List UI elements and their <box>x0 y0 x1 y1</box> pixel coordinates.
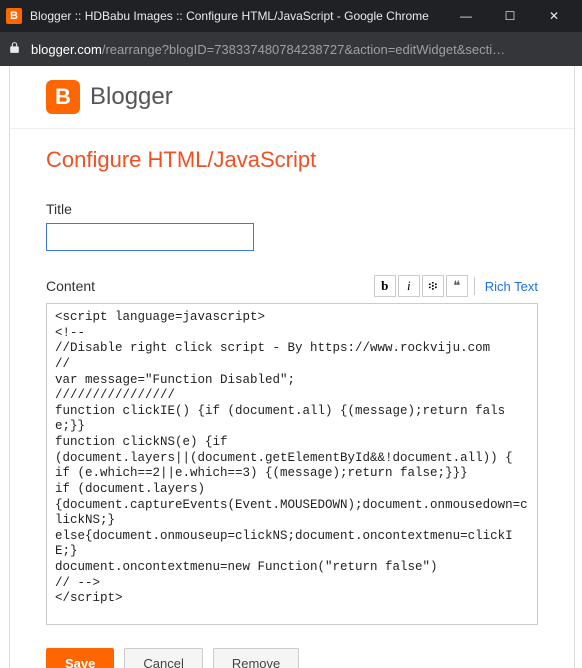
main-panel: B Blogger Configure HTML/JavaScript Titl… <box>10 66 574 668</box>
italic-button[interactable]: i <box>398 275 420 297</box>
window-title: Blogger :: HDBabu Images :: Configure HT… <box>30 9 444 23</box>
window-controls: — ☐ ✕ <box>444 0 576 32</box>
url-domain: blogger.com <box>31 42 102 57</box>
close-button[interactable]: ✕ <box>532 0 576 32</box>
maximize-button[interactable]: ☐ <box>488 0 532 32</box>
toolbar-separator <box>474 277 475 295</box>
title-input[interactable] <box>46 223 254 251</box>
strike-button[interactable]: ፨ <box>422 275 444 297</box>
blogger-name: Blogger <box>90 83 173 111</box>
bold-button[interactable]: b <box>374 275 396 297</box>
url-path: /rearrange?blogID=738337480784238727&act… <box>102 42 505 57</box>
page-body: B Blogger Configure HTML/JavaScript Titl… <box>0 66 582 668</box>
title-label: Title <box>46 201 538 217</box>
url-text: blogger.com/rearrange?blogID=73833748078… <box>31 42 574 57</box>
button-row: Save Cancel Remove <box>46 648 538 668</box>
configure-section: Configure HTML/JavaScript Title Content … <box>10 129 574 668</box>
quote-button[interactable]: ❝ <box>446 275 468 297</box>
blogger-logo-icon: B <box>46 80 80 114</box>
lock-icon <box>8 41 21 57</box>
save-button[interactable]: Save <box>46 648 114 668</box>
richtext-link[interactable]: Rich Text <box>485 279 538 294</box>
content-label: Content <box>46 278 95 294</box>
page-title: Configure HTML/JavaScript <box>46 147 538 173</box>
editor-toolbar: b i ፨ ❝ Rich Text <box>372 275 538 297</box>
cancel-button[interactable]: Cancel <box>124 648 202 668</box>
favicon-icon: B <box>6 8 22 24</box>
address-bar[interactable]: blogger.com/rearrange?blogID=73833748078… <box>0 32 582 66</box>
remove-button[interactable]: Remove <box>213 648 299 668</box>
content-textarea[interactable] <box>46 303 538 625</box>
blogger-header: B Blogger <box>10 66 574 129</box>
browser-titlebar: B Blogger :: HDBabu Images :: Configure … <box>0 0 582 32</box>
minimize-button[interactable]: — <box>444 0 488 32</box>
